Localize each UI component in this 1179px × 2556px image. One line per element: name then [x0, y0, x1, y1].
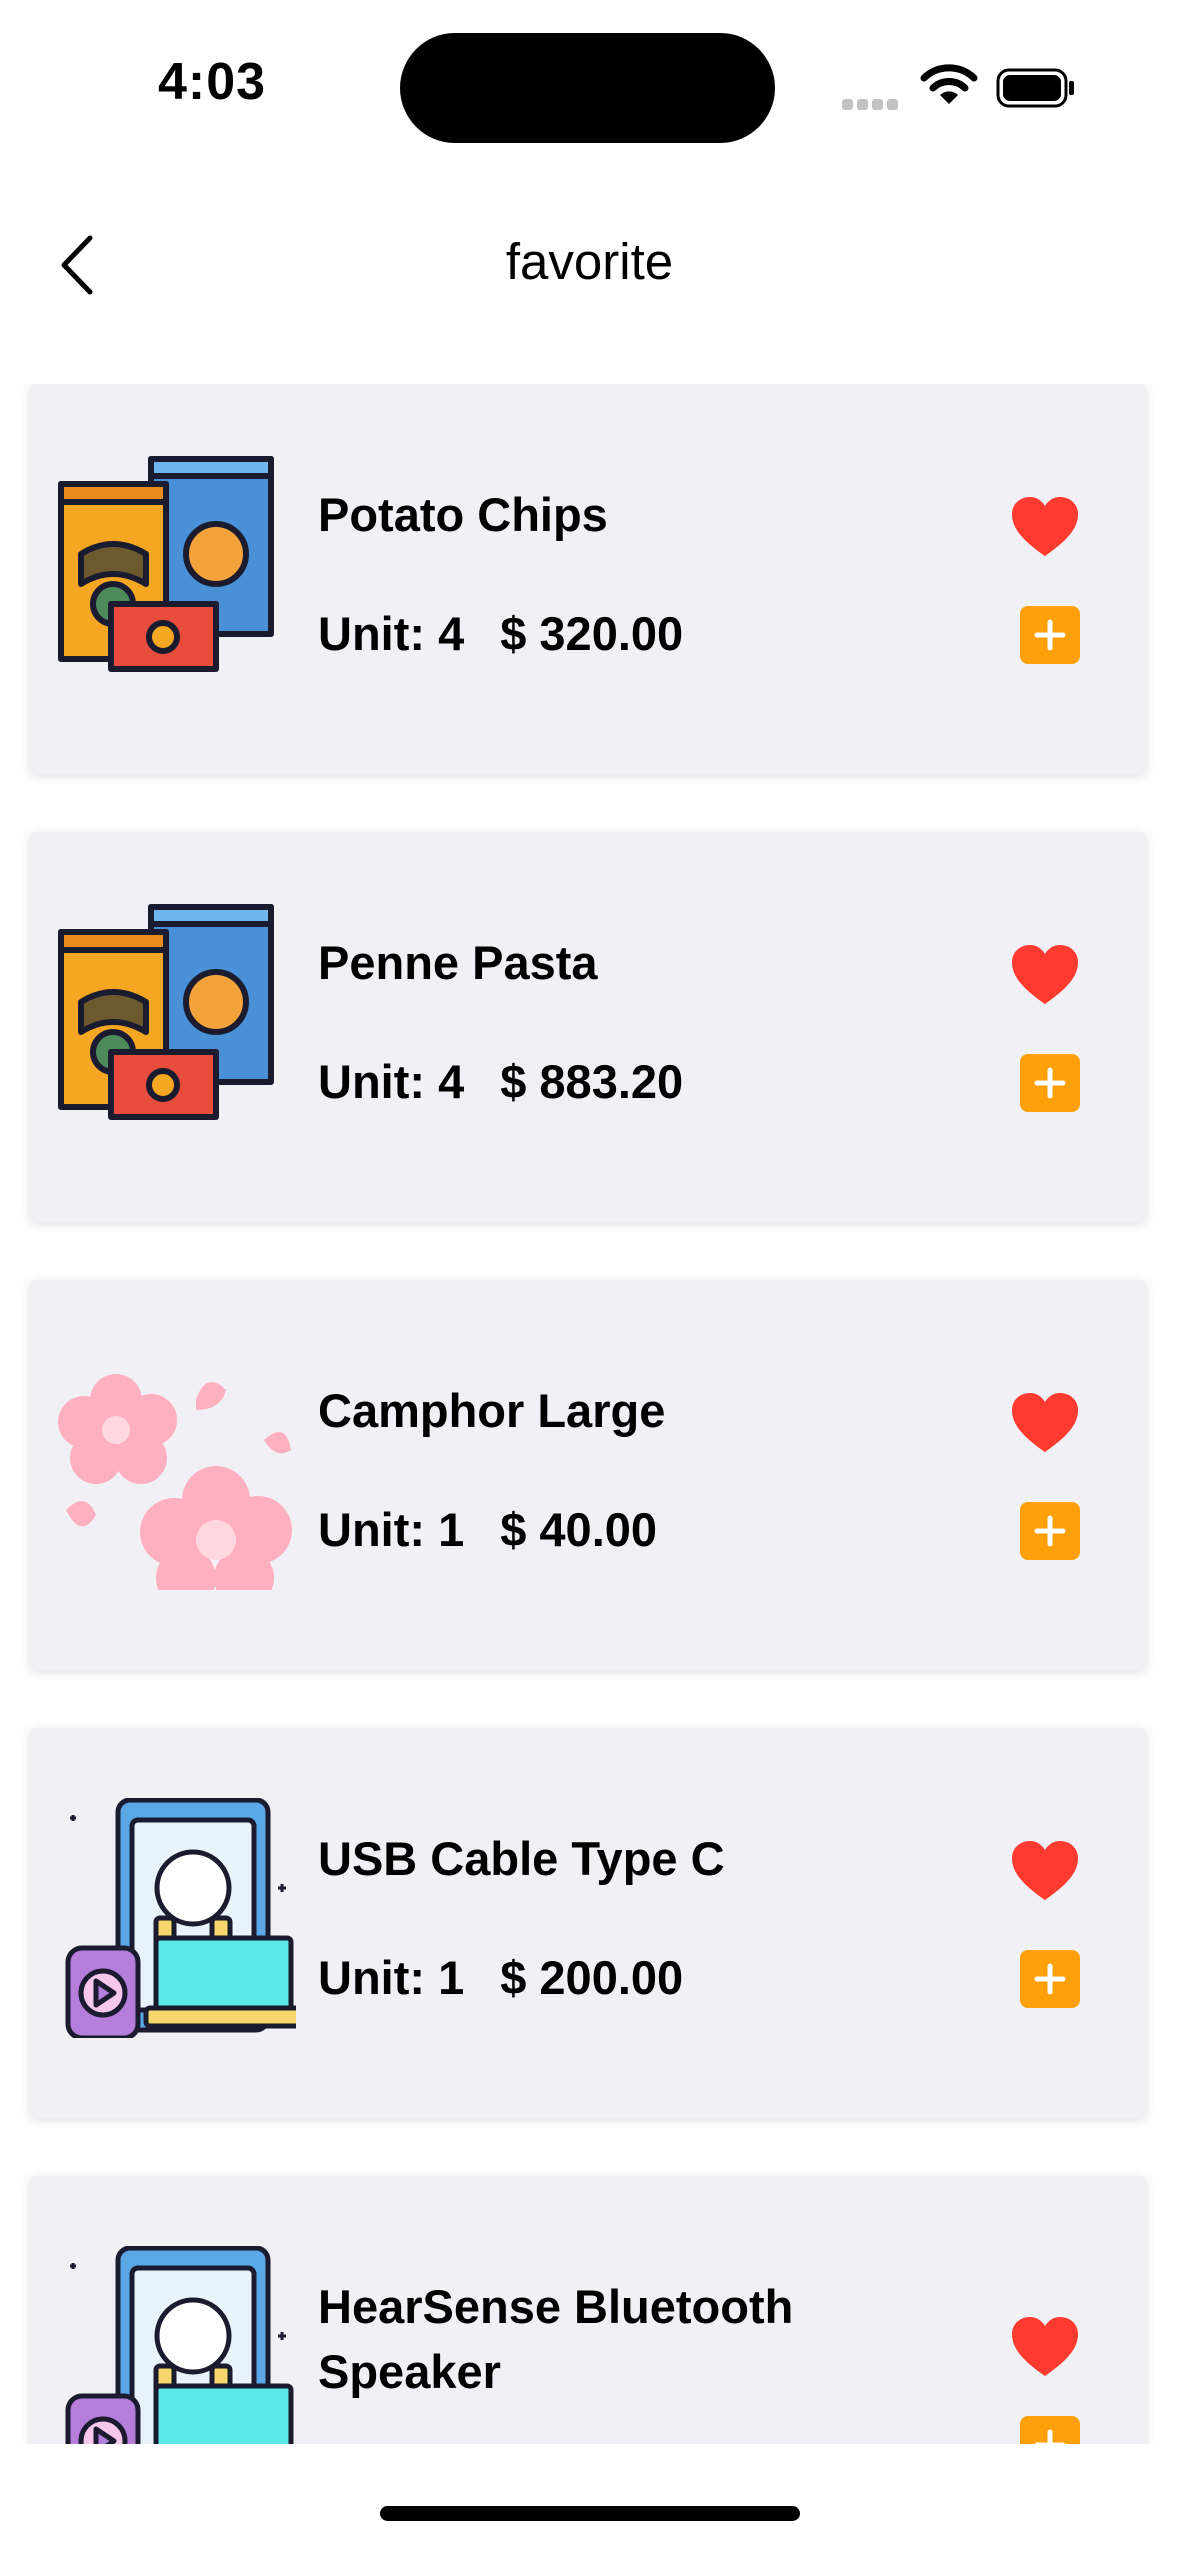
favorite-card[interactable]: Camphor Large Unit: 1 $ 40.00: [30, 1280, 1146, 1670]
heart-icon: [1012, 945, 1078, 1004]
item-meta: Unit: 1 $ 200.00: [318, 1950, 683, 2005]
favorite-button[interactable]: [1010, 2316, 1080, 2378]
add-to-cart-button[interactable]: [1020, 1950, 1080, 2008]
heart-icon: [1012, 497, 1078, 556]
plus-icon: [1034, 1515, 1066, 1547]
item-name: Camphor Large: [318, 1384, 666, 1437]
add-to-cart-button[interactable]: [1020, 1054, 1080, 1112]
flowers-icon: [58, 1374, 292, 1590]
item-name: USB Cable Type C: [318, 1832, 725, 1885]
item-name: Potato Chips: [318, 488, 608, 541]
item-name: HearSense Bluetooth Speaker: [318, 2280, 794, 2398]
heart-icon: [1012, 2317, 1078, 2376]
favorite-button[interactable]: [1010, 944, 1080, 1006]
item-unit: Unit: 1: [318, 1503, 465, 1556]
home-indicator[interactable]: [380, 2506, 800, 2521]
favorite-button[interactable]: [1010, 1392, 1080, 1454]
plus-icon: [1034, 2429, 1066, 2444]
plus-icon: [1034, 619, 1066, 651]
favorite-card[interactable]: HearSense Bluetooth Speaker: [30, 2176, 1146, 2444]
favorite-card[interactable]: Penne Pasta Unit: 4 $ 883.20: [30, 832, 1146, 1222]
item-name: Penne Pasta: [318, 936, 598, 989]
snack-bags-icon: [58, 456, 274, 672]
heart-icon: [1012, 1393, 1078, 1452]
item-unit: Unit: 1: [318, 1951, 465, 2004]
item-meta: Unit: 4 $ 883.20: [318, 1054, 683, 1109]
cellular-signal-icon: [842, 97, 902, 115]
add-to-cart-button[interactable]: [1020, 2416, 1080, 2444]
status-time: 4:03: [158, 53, 267, 111]
snack-bags-icon: [58, 904, 274, 1120]
battery-icon: [996, 68, 1074, 108]
favorite-button[interactable]: [1010, 1840, 1080, 1902]
item-price: $ 40.00: [500, 1503, 658, 1556]
wifi-icon: [920, 64, 978, 104]
item-price: $ 320.00: [500, 607, 684, 660]
item-unit: Unit: 4: [318, 607, 465, 660]
item-meta: Unit: 1 $ 40.00: [318, 1502, 657, 1557]
item-price: $ 883.20: [500, 1055, 684, 1108]
item-unit: Unit: 4: [318, 1055, 465, 1108]
dynamic-island: [400, 33, 775, 143]
item-price: $ 200.00: [500, 1951, 684, 2004]
electronics-icon: [65, 2246, 294, 2444]
favorites-list[interactable]: Potato Chips Unit: 4 $ 320.00 Penne Past…: [0, 384, 1179, 2444]
favorite-card[interactable]: Potato Chips Unit: 4 $ 320.00: [30, 384, 1146, 774]
add-to-cart-button[interactable]: [1020, 606, 1080, 664]
bottom-safe-area: [0, 2444, 1179, 2556]
favorite-button[interactable]: [1010, 496, 1080, 558]
status-bar: 4:03: [0, 0, 1179, 170]
page-title: favorite: [505, 233, 674, 290]
electronics-icon: [65, 1798, 296, 2038]
heart-icon: [1012, 1841, 1078, 1900]
plus-icon: [1034, 1067, 1066, 1099]
item-meta: Unit: 4 $ 320.00: [318, 606, 683, 661]
plus-icon: [1034, 1963, 1066, 1995]
favorite-card[interactable]: USB Cable Type C Unit: 1 $ 200.00: [30, 1728, 1146, 2118]
add-to-cart-button[interactable]: [1020, 1502, 1080, 1560]
